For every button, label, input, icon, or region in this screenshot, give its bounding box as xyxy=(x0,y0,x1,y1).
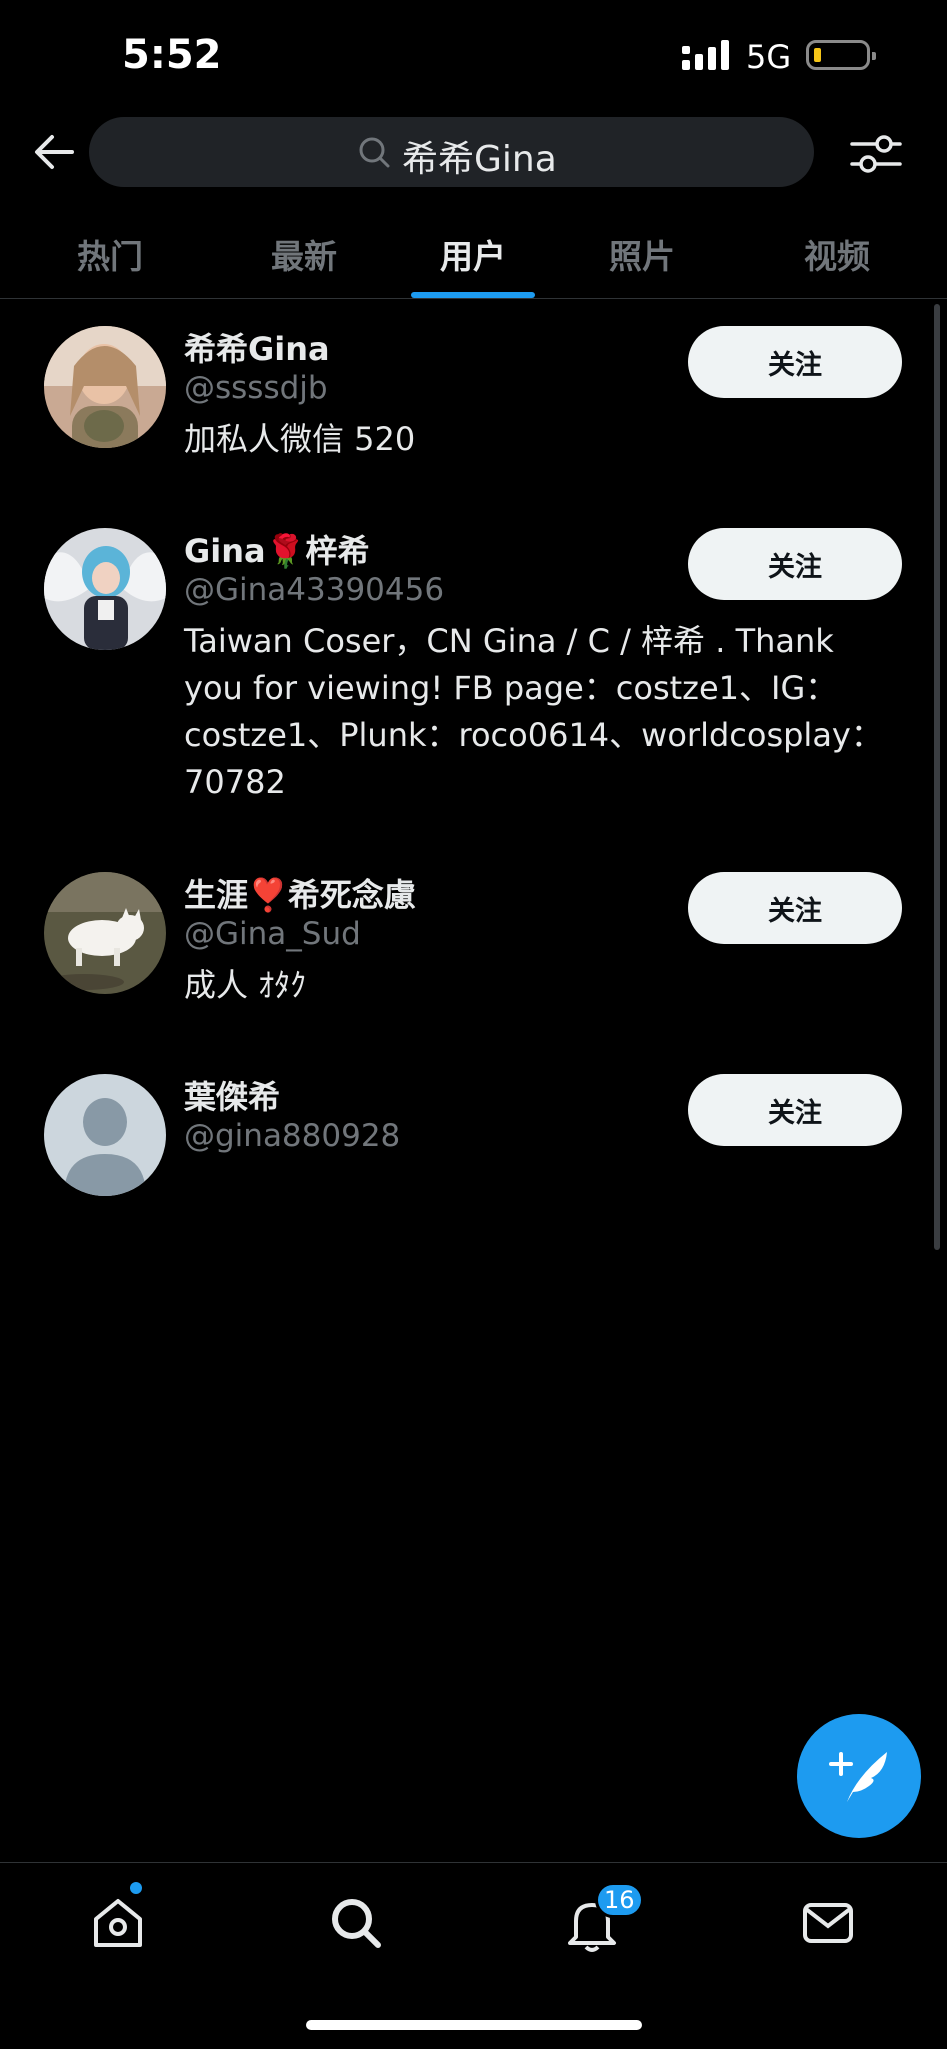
tab-latest[interactable]: 最新 xyxy=(234,230,374,278)
default-avatar-icon[interactable] xyxy=(44,1074,166,1196)
avatar[interactable] xyxy=(44,872,166,994)
cellular-signal-icon xyxy=(682,40,729,70)
bio-line: you for viewing! FB page：costze1、IG： xyxy=(184,669,838,707)
user-handle: @Gina_Sud xyxy=(184,916,361,952)
user-bio: 成人 ｵﾀｸ xyxy=(184,962,884,1009)
bio-line: 70782 xyxy=(184,763,286,801)
compose-button[interactable] xyxy=(797,1714,921,1838)
bio-line: 成人 ｵﾀｸ xyxy=(184,966,307,1004)
bio-line: 加私人微信 520 xyxy=(184,420,416,458)
avatar[interactable] xyxy=(44,326,166,448)
home-indicator[interactable] xyxy=(306,2020,642,2030)
avatar[interactable] xyxy=(44,528,166,650)
messages-envelope-icon[interactable] xyxy=(798,1893,858,1953)
user-name: 生涯❣️希死念慮 xyxy=(184,876,416,914)
home-unread-dot xyxy=(130,1882,142,1894)
user-handle: @Gina43390456 xyxy=(184,572,445,608)
user-bio: 加私人微信 520 xyxy=(184,416,884,463)
follow-button[interactable]: 关注 xyxy=(688,326,902,398)
bio-line: costze1、Plunk：roco0614、worldcosplay： xyxy=(184,716,883,754)
back-arrow-icon[interactable] xyxy=(28,126,80,178)
network-type: 5G xyxy=(746,38,792,76)
follow-button[interactable]: 关注 xyxy=(688,1074,902,1146)
tab-videos[interactable]: 视频 xyxy=(767,230,907,278)
user-name: 葉傑希 xyxy=(184,1078,281,1116)
filter-settings-icon[interactable] xyxy=(848,128,904,180)
battery-icon xyxy=(806,40,876,70)
user-name: 希希Gina xyxy=(184,330,330,368)
status-time: 5:52 xyxy=(122,32,222,78)
active-tab-indicator xyxy=(411,292,535,298)
search-icon xyxy=(359,137,390,168)
tab-users[interactable]: 用户 xyxy=(403,230,543,278)
user-handle: @gina880928 xyxy=(184,1118,401,1154)
follow-button[interactable]: 关注 xyxy=(688,872,902,944)
user-handle: @ssssdjb xyxy=(184,370,328,406)
search-query: 希希Gina xyxy=(402,139,557,180)
search-input[interactable]: 希希Gina xyxy=(89,117,814,187)
home-icon[interactable] xyxy=(88,1893,148,1953)
bio-line: Taiwan Coser，CN Gina / C / 梓希 . Thank xyxy=(184,622,834,660)
scrollbar[interactable] xyxy=(934,304,940,1250)
status-bar: 5:52 5G xyxy=(0,0,947,110)
search-nav-icon[interactable] xyxy=(326,1893,386,1953)
tab-trending[interactable]: 热门 xyxy=(40,230,180,278)
user-name: Gina🌹梓希 xyxy=(184,532,370,570)
notifications-badge: 16 xyxy=(595,1882,644,1918)
compose-feather-icon xyxy=(829,1752,887,1802)
follow-button[interactable]: 关注 xyxy=(688,528,902,600)
search-tabs: 热门 最新 用户 照片 视频 xyxy=(0,212,947,299)
tab-photos[interactable]: 照片 xyxy=(572,230,712,278)
user-bio: Taiwan Coser，CN Gina / C / 梓希 . Thank yo… xyxy=(184,618,884,806)
